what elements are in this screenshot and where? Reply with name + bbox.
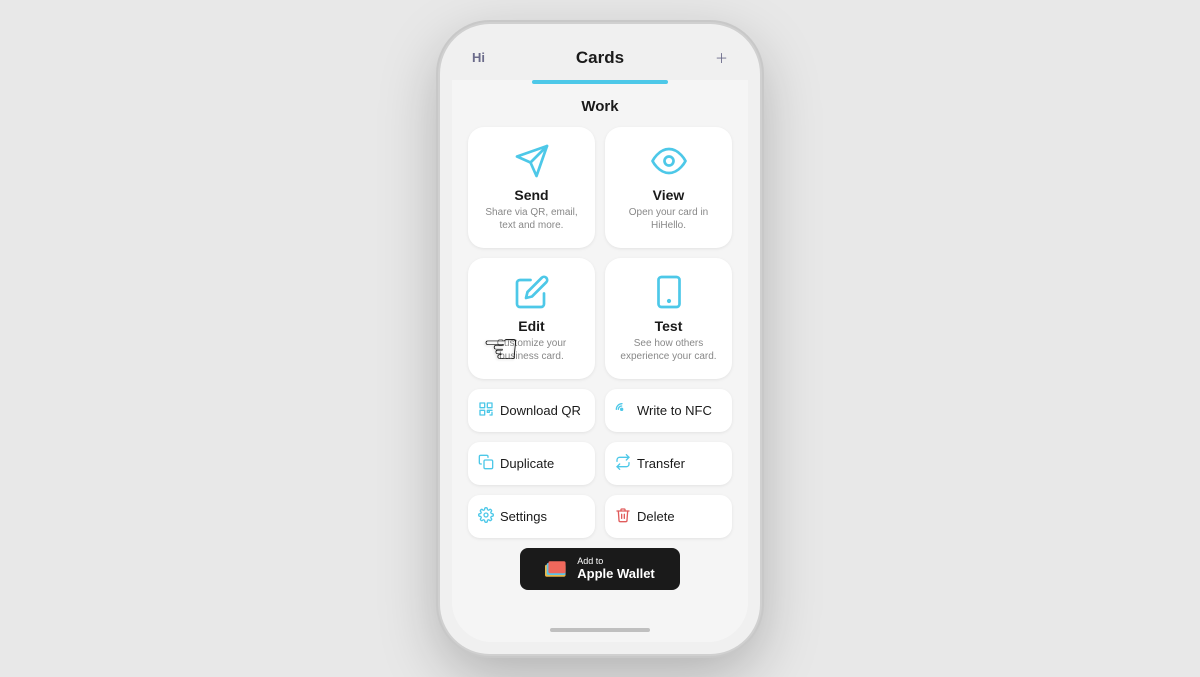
home-bar xyxy=(550,628,650,632)
phone-screen: Hi Cards ＋ Work xyxy=(452,36,748,642)
test-icon xyxy=(651,274,687,310)
download-qr-label: Download QR xyxy=(500,403,581,418)
duplicate-button[interactable]: Duplicate xyxy=(468,442,595,485)
send-card-title: Send xyxy=(514,187,548,203)
action-row-1: Download QR Write to NFC xyxy=(468,389,732,432)
delete-label: Delete xyxy=(637,509,675,524)
test-card-title: Test xyxy=(655,318,683,334)
wallet-name-label: Apple Wallet xyxy=(577,566,655,582)
edit-icon xyxy=(514,274,550,310)
wallet-text: Add to Apple Wallet xyxy=(577,556,655,582)
settings-button[interactable]: Settings xyxy=(468,495,595,538)
qr-icon xyxy=(478,401,494,420)
nav-back-label[interactable]: Hi xyxy=(472,50,485,65)
test-card[interactable]: Test See how others experience your card… xyxy=(605,258,732,379)
edit-card-subtitle: Customize your business card. xyxy=(480,337,583,363)
send-card[interactable]: Send Share via QR, email, text and more. xyxy=(468,127,595,248)
settings-icon xyxy=(478,507,494,526)
view-card-title: View xyxy=(653,187,685,203)
power-button xyxy=(760,199,764,271)
nfc-icon xyxy=(615,401,631,420)
download-qr-button[interactable]: Download QR xyxy=(468,389,595,432)
edit-card-title: Edit xyxy=(518,318,544,334)
add-button[interactable]: ＋ xyxy=(715,48,728,67)
home-indicator[interactable] xyxy=(452,618,748,642)
settings-label: Settings xyxy=(500,509,547,524)
edit-card[interactable]: Edit Customize your business card. xyxy=(468,258,595,379)
delete-button[interactable]: Delete xyxy=(605,495,732,538)
phone-wrapper: ☞ Hi Cards ＋ Work xyxy=(440,24,760,654)
apple-wallet-button[interactable]: Add to Apple Wallet xyxy=(520,548,680,590)
navigation-bar: Hi Cards ＋ xyxy=(452,36,748,80)
transfer-label: Transfer xyxy=(637,456,685,471)
apple-wallet-container: Add to Apple Wallet xyxy=(468,548,732,590)
duplicate-label: Duplicate xyxy=(500,456,554,471)
write-nfc-label: Write to NFC xyxy=(637,403,712,418)
view-card-subtitle: Open your card in HiHello. xyxy=(617,206,720,232)
view-icon xyxy=(651,143,687,179)
wallet-add-label: Add to xyxy=(577,556,655,567)
action-cards-grid: Send Share via QR, email, text and more.… xyxy=(468,127,732,379)
action-row-2: Duplicate Transfer xyxy=(468,442,732,485)
apple-wallet-icon xyxy=(545,561,569,577)
scroll-content: Work Send Share via QR, email, text and … xyxy=(452,86,748,618)
phone-frame: Hi Cards ＋ Work xyxy=(440,24,760,654)
send-card-subtitle: Share via QR, email, text and more. xyxy=(480,206,583,232)
accent-bar xyxy=(532,80,668,84)
action-row-3: Settings Delete xyxy=(468,495,732,538)
page-title: Cards xyxy=(576,48,624,68)
section-title: Work xyxy=(468,98,732,115)
duplicate-icon xyxy=(478,454,494,473)
delete-icon xyxy=(615,507,631,526)
send-icon xyxy=(514,143,550,179)
transfer-icon xyxy=(615,454,631,473)
test-card-subtitle: See how others experience your card. xyxy=(617,337,720,363)
write-nfc-button[interactable]: Write to NFC xyxy=(605,389,732,432)
view-card[interactable]: View Open your card in HiHello. xyxy=(605,127,732,248)
transfer-button[interactable]: Transfer xyxy=(605,442,732,485)
